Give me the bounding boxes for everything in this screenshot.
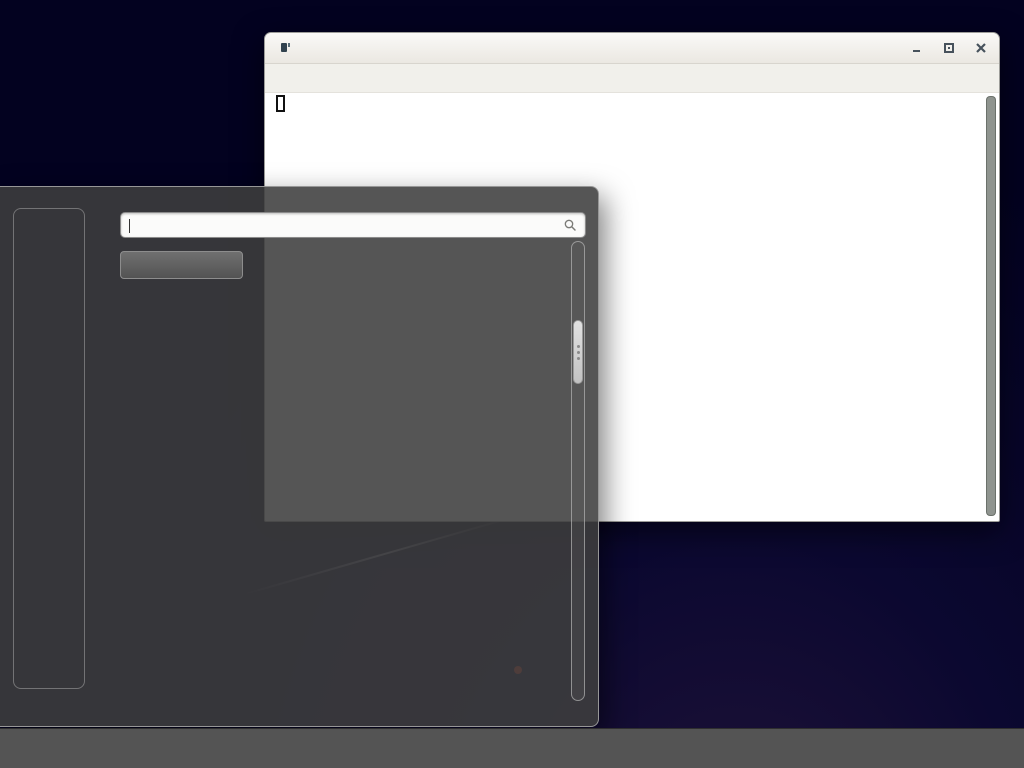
minimize-button[interactable] bbox=[911, 42, 923, 54]
search-icon bbox=[562, 217, 578, 233]
menu-scrollbar-track bbox=[571, 241, 585, 701]
applications-list bbox=[285, 238, 571, 698]
maximize-button[interactable] bbox=[943, 42, 955, 54]
all-applications-button[interactable] bbox=[120, 251, 243, 279]
terminal-cursor bbox=[276, 95, 285, 112]
search-box bbox=[120, 212, 586, 238]
terminal-scrollbar[interactable] bbox=[986, 96, 996, 516]
terminal-menubar bbox=[265, 64, 999, 93]
favorites-panel bbox=[13, 208, 85, 689]
application-menu bbox=[0, 186, 599, 727]
window-icon bbox=[281, 43, 287, 52]
search-input[interactable] bbox=[121, 215, 562, 235]
terminal-titlebar[interactable] bbox=[265, 33, 999, 64]
taskbar bbox=[0, 728, 1024, 768]
shell-prompt bbox=[269, 95, 285, 112]
menu-scrollbar-thumb[interactable] bbox=[573, 320, 583, 384]
text-caret bbox=[129, 219, 130, 233]
close-button[interactable] bbox=[975, 42, 987, 54]
